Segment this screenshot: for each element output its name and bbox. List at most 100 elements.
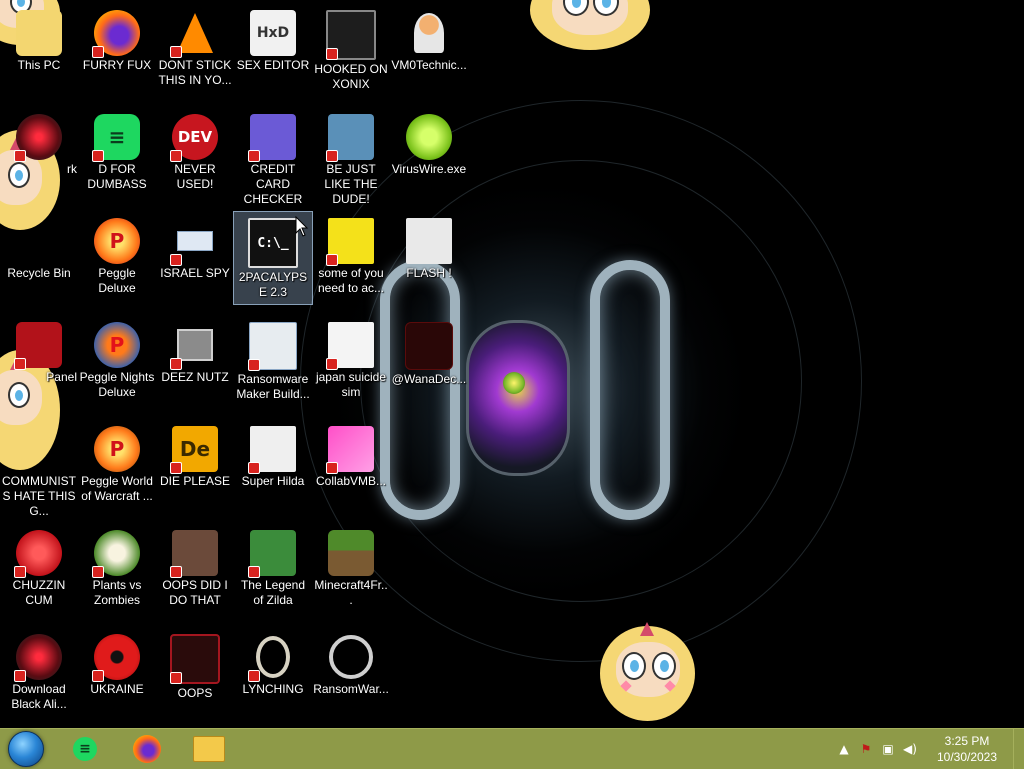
firefox-icon [133, 735, 161, 763]
document-icon [326, 322, 374, 370]
clock-time: 3:25 PM [944, 734, 990, 748]
pixel-dog-icon [248, 426, 296, 474]
credit-card-icon [248, 114, 296, 162]
desktop-icon-collabvm[interactable]: CollabVMB... [312, 420, 390, 493]
wallpaper-core [466, 320, 570, 476]
desktop-icon-sex-editor[interactable]: HxD SEX EDITOR [234, 4, 312, 77]
mouse-cursor-icon [295, 216, 309, 237]
app-window-icon [248, 322, 297, 371]
chuzzle-icon [14, 530, 62, 578]
cartoon-character-top [530, 0, 650, 60]
network-spy-icon [170, 218, 218, 266]
lime-icon [406, 114, 452, 160]
network-icon[interactable]: ▣ [877, 739, 899, 759]
desktop-icon-ukraine[interactable]: UKRAINE [78, 628, 156, 701]
vlc-cone-icon [170, 10, 218, 58]
desktop-icon-deez-nutz[interactable]: DEEZ NUTZ [156, 316, 234, 389]
show-desktop-button[interactable] [1013, 729, 1024, 769]
desktop-icon-peggle-wow[interactable]: P Peggle World of Warcraft ... [78, 420, 156, 508]
desktop-icon-d-for-dumbass[interactable]: ≡ D FOR DUMBASS [78, 108, 156, 196]
taskbar: ≡ ▲ ⚑ ▣ ◀) 3:25 PM 10/30/2023 [0, 728, 1024, 769]
desktop-icon-legend-of-zilda[interactable]: The Legend of Zilda [234, 524, 312, 612]
start-button[interactable] [6, 731, 46, 767]
peggle-wow-icon: P [94, 426, 140, 472]
santa-icon [326, 114, 374, 162]
communists-icon [16, 426, 62, 472]
desktop-icon-oops-did-i[interactable]: OOPS DID I DO THAT [156, 524, 234, 612]
volume-icon[interactable]: ◀) [899, 739, 921, 759]
desktop-icon-ransomware-maker[interactable]: Ransomware Maker Build... [234, 316, 312, 406]
desktop-icon-japan-suicide-sim[interactable]: japan suicide sim [312, 316, 390, 404]
taskbar-notes-app[interactable]: ≡ [60, 732, 110, 766]
radiation-icon [92, 634, 140, 682]
desktop-icon-chuzzin-cum[interactable]: CHUZZIN CUM [0, 524, 78, 612]
technician-icon [406, 10, 452, 56]
desktop-icon-panel[interactable]: Panel [0, 316, 78, 389]
hxd-icon: HxD [250, 10, 296, 56]
dog-icon [326, 218, 374, 266]
tray-overflow-chevron-icon[interactable]: ▲ [833, 739, 855, 759]
system-tray: ▲ ⚑ ▣ ◀) 3:25 PM 10/30/2023 [833, 729, 1024, 769]
de-icon: De [170, 426, 218, 474]
desktop-icon-dont-stick[interactable]: DONT STICK THIS IN YO... [156, 4, 234, 92]
wallpaper-eye [503, 372, 525, 394]
start-orb-icon [8, 731, 44, 767]
desktop-icon-israel-spy[interactable]: ISRAEL SPY [156, 212, 234, 285]
clock-date: 10/30/2023 [936, 750, 998, 764]
dev-cpp-icon: DEV [170, 114, 218, 162]
desktop-icon-download-black-ali[interactable]: Download Black Ali... [0, 628, 78, 716]
minecraft-block-icon [328, 530, 374, 576]
peggle-icon: P [94, 218, 140, 264]
cartoon-character-bottom [600, 620, 695, 728]
notes-app-icon: ≡ [73, 737, 97, 761]
desktop-icon-minecraft[interactable]: Minecraft4Fr... [312, 524, 390, 612]
desktop-icon-ransomware[interactable]: RansomWar... [312, 628, 390, 701]
desktop-icon-wanadec[interactable]: @WanaDec... [390, 316, 468, 391]
desktop-icon-recycle-bin[interactable]: Recycle Bin [0, 212, 78, 285]
desktop-icon-lynching[interactable]: LYNCHING [234, 628, 312, 701]
desktop-icon-peggle-nights[interactable]: P Peggle Nights Deluxe [78, 316, 156, 404]
wanacry-icon [405, 322, 453, 370]
skull-book-icon [170, 634, 220, 684]
wallpaper-pod-right [590, 260, 670, 520]
desktop-icon-flash[interactable]: FLASH ! [390, 212, 468, 285]
desktop-icon-oops[interactable]: OOPS [156, 628, 234, 705]
taskbar-clock[interactable]: 3:25 PM 10/30/2023 [921, 733, 1013, 765]
desktop-icon-plants-vs-zombies[interactable]: Plants vs Zombies [78, 524, 156, 612]
red-orb-icon [14, 114, 62, 162]
noose-icon [248, 634, 296, 682]
desktop-icon-be-just-like-the-dude[interactable]: BE JUST LIKE THE DUDE! [312, 108, 390, 211]
desktop-icon-credit-card-checker[interactable]: CREDIT CARD CHECKER [234, 108, 312, 211]
desktop-icon-die-please[interactable]: De DIE PLEASE [156, 420, 234, 493]
desktop-icon-never-used[interactable]: DEV NEVER USED! [156, 108, 234, 196]
xonix-icon [326, 10, 376, 60]
firefox-icon [92, 10, 140, 58]
peggle-nights-icon: P [94, 322, 140, 368]
flash-icon [406, 218, 452, 264]
desktop-icon-viruswire[interactable]: VirusWire.exe [390, 108, 468, 181]
recycle-bin-icon [16, 218, 62, 264]
action-center-flag-icon[interactable]: ⚑ [855, 739, 877, 759]
folder-icon [193, 736, 225, 762]
portrait-icon [170, 530, 218, 578]
notes-icon: ≡ [92, 114, 140, 162]
cmd-icon: C:\_ [248, 218, 298, 268]
desktop-icon-communists[interactable]: COMMUNISTS HATE THIS G... [0, 420, 78, 523]
desktop-icon-rk[interactable]: rk [0, 108, 78, 181]
skull-ring-icon [328, 634, 374, 680]
desktop-icon-furry-fux[interactable]: FURRY FUX [78, 4, 156, 77]
desktop-icon-this-pc[interactable]: This PC [0, 4, 78, 77]
windows-stack-icon [170, 322, 218, 370]
desktop-icon-hooked-on-xonix[interactable]: HOOKED ON XONIX [312, 4, 390, 96]
taskbar-file-explorer[interactable] [184, 732, 234, 766]
this-pc-icon [16, 10, 62, 56]
desktop-icon-some-of-you[interactable]: some of you need to ac... [312, 212, 390, 300]
plants-icon [92, 530, 140, 578]
desktop-icon-super-hilda[interactable]: Super Hilda [234, 420, 312, 493]
desktop-icon-vm0technic[interactable]: VM0Technic... [390, 4, 468, 77]
red-orb-icon [14, 634, 62, 682]
pixel-hero-icon [248, 530, 296, 578]
desktop-icon-peggle-deluxe[interactable]: P Peggle Deluxe [78, 212, 156, 300]
control-panel-icon [14, 322, 62, 370]
taskbar-firefox[interactable] [122, 732, 172, 766]
